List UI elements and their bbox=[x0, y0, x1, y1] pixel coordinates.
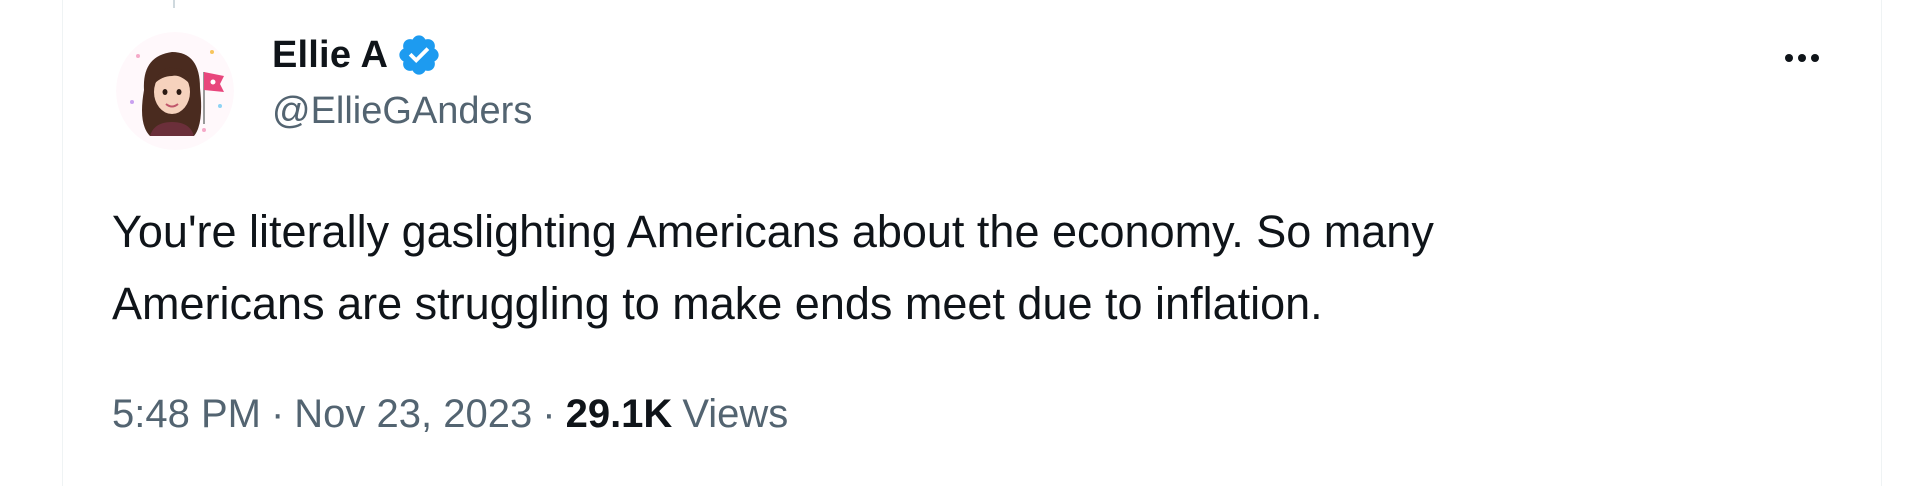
tweet-text: You're literally gaslighting Americans a… bbox=[112, 196, 1752, 340]
tweet-metadata: 5:48 PM · Nov 23, 2023 · 29.1K Views bbox=[112, 384, 788, 444]
views-count: 29.1K bbox=[565, 391, 673, 436]
author-handle[interactable]: @EllieGAnders bbox=[272, 90, 532, 133]
tweet-text-line: You're literally gaslighting Americans a… bbox=[112, 206, 1434, 257]
thread-connector-line bbox=[173, 0, 175, 8]
author-name-row[interactable]: Ellie A bbox=[272, 30, 442, 80]
avatar-illustration bbox=[116, 32, 234, 150]
more-options-button[interactable] bbox=[1772, 38, 1832, 78]
author-display-name[interactable]: Ellie A bbox=[272, 34, 388, 77]
tweet-date: Nov 23, 2023 bbox=[294, 391, 533, 436]
more-horizontal-icon-dot bbox=[1785, 54, 1793, 62]
meta-separator: · bbox=[542, 391, 556, 436]
views-label: Views bbox=[682, 391, 789, 436]
tweet-text-line: Americans are struggling to make ends me… bbox=[112, 278, 1323, 329]
avatar[interactable] bbox=[116, 32, 234, 150]
meta-separator: · bbox=[270, 391, 285, 436]
tweet-time: 5:48 PM bbox=[112, 391, 261, 436]
more-horizontal-icon-dot bbox=[1811, 54, 1819, 62]
verified-badge-icon[interactable] bbox=[396, 32, 442, 78]
more-horizontal-icon-dot bbox=[1798, 54, 1806, 62]
tweet-timestamp[interactable]: 5:48 PM · Nov 23, 2023 bbox=[112, 392, 532, 437]
